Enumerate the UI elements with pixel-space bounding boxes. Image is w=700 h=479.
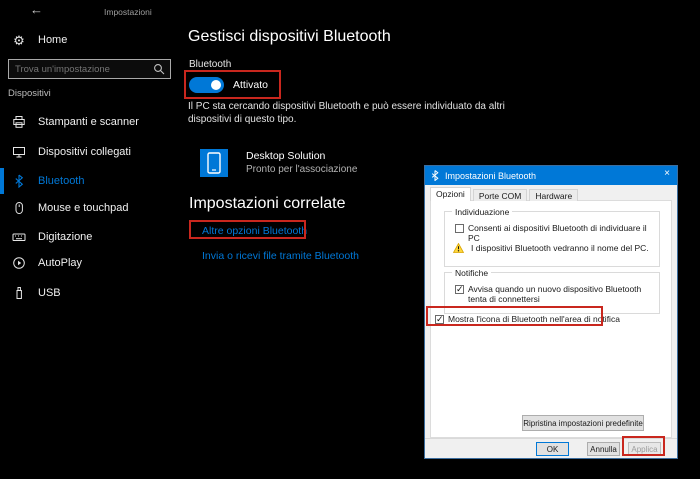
settings-window: ← Impostazioni ⚙ Home Dispositivi Stampa…	[0, 0, 700, 479]
usb-icon	[12, 286, 26, 300]
sidebar-item-home[interactable]: ⚙ Home	[0, 27, 180, 53]
dialog-tabs: Opzioni Porte COM Hardware	[430, 187, 580, 201]
sidebar-item-mouse[interactable]: Mouse e touchpad	[0, 195, 180, 221]
discovery-checkbox-row[interactable]: Consenti ai dispositivi Bluetooth di ind…	[455, 223, 659, 243]
sidebar-item-label: Mouse e touchpad	[38, 202, 129, 214]
notify-checkbox-row[interactable]: Avvisa quando un nuovo dispositivo Bluet…	[455, 284, 655, 304]
notifications-group-title: Notifiche	[452, 268, 491, 278]
back-button[interactable]: ←	[30, 2, 43, 17]
warning-text: I dispositivi Bluetooth vedranno il nome…	[471, 243, 649, 253]
sidebar-item-typing[interactable]: Digitazione	[0, 224, 180, 250]
dialog-titlebar[interactable]: Impostazioni Bluetooth ×	[425, 166, 677, 185]
toggle-label: Bluetooth	[189, 59, 231, 70]
tray-checkbox[interactable]	[435, 315, 444, 324]
device-name: Desktop Solution	[246, 150, 325, 162]
discovery-checkbox-label: Consenti ai dispositivi Bluetooth di ind…	[468, 223, 659, 243]
sidebar-item-autoplay[interactable]: AutoPlay	[0, 250, 180, 276]
gear-icon: ⚙	[12, 33, 26, 47]
sidebar-item-label: Stampanti e scanner	[38, 116, 139, 128]
notifications-groupbox: Notifiche Avvisa quando un nuovo disposi…	[444, 272, 660, 314]
tray-checkbox-row[interactable]: Mostra l'icona di Bluetooth nell'area di…	[435, 314, 620, 324]
dialog-close-button[interactable]: ×	[664, 168, 670, 179]
discovery-warning-row: I dispositivi Bluetooth vedranno il nome…	[453, 243, 649, 253]
sidebar-item-label: Digitazione	[38, 231, 92, 243]
page-title: Gestisci dispositivi Bluetooth	[188, 28, 391, 46]
toggle-state-label: Attivato	[233, 79, 268, 91]
tab-hardware[interactable]: Hardware	[529, 189, 578, 201]
sidebar-section-label: Dispositivi	[8, 88, 51, 99]
bluetooth-icon	[12, 174, 26, 188]
sidebar-item-connected[interactable]: Dispositivi collegati	[0, 139, 180, 165]
tab-opzioni[interactable]: Opzioni	[430, 187, 471, 201]
mouse-icon	[12, 201, 26, 215]
sidebar-item-usb[interactable]: USB	[0, 280, 180, 306]
sidebar-item-label: AutoPlay	[38, 257, 82, 269]
warning-icon	[453, 243, 464, 253]
app-title: Impostazioni	[104, 7, 152, 17]
sidebar-item-bluetooth[interactable]: Bluetooth	[0, 168, 180, 194]
bluetooth-settings-dialog: Impostazioni Bluetooth × Opzioni Porte C…	[424, 165, 678, 459]
search-icon[interactable]	[153, 63, 165, 75]
apply-button[interactable]: Applica	[628, 442, 661, 456]
discovery-checkbox[interactable]	[455, 224, 464, 233]
link-other-bluetooth-options[interactable]: Altre opzioni Bluetooth	[202, 225, 307, 237]
device-status: Pronto per l'associazione	[246, 164, 357, 175]
related-title: Impostazioni correlate	[189, 195, 346, 213]
home-label: Home	[38, 34, 67, 46]
selected-indicator	[0, 168, 4, 194]
search-box	[8, 59, 171, 79]
sidebar-item-label: Dispositivi collegati	[38, 146, 131, 158]
dialog-title: Impostazioni Bluetooth	[445, 171, 536, 181]
keyboard-icon	[12, 230, 26, 244]
search-input[interactable]	[9, 64, 153, 75]
ok-button[interactable]: OK	[536, 442, 569, 456]
tab-porte-com[interactable]: Porte COM	[473, 189, 528, 201]
printer-icon	[12, 115, 26, 129]
link-send-receive-files[interactable]: Invia o ricevi file tramite Bluetooth	[202, 250, 359, 262]
description-text: Il PC sta cercando dispositivi Bluetooth…	[188, 100, 523, 126]
device-icon	[200, 149, 228, 177]
discovery-group-title: Individuazione	[452, 207, 512, 217]
notify-checkbox-label: Avvisa quando un nuovo dispositivo Bluet…	[468, 284, 650, 304]
sidebar-item-label: Bluetooth	[38, 175, 84, 187]
reset-defaults-button[interactable]: Ripristina impostazioni predefinite	[522, 415, 644, 431]
notify-checkbox[interactable]	[455, 285, 464, 294]
sidebar-item-label: USB	[38, 287, 61, 299]
discovery-groupbox: Individuazione Consenti ai dispositivi B…	[444, 211, 660, 267]
dialog-footer: OK Annulla Applica	[425, 438, 677, 458]
autoplay-icon	[12, 256, 26, 270]
cancel-button[interactable]: Annulla	[587, 442, 620, 456]
dialog-tab-page: Individuazione Consenti ai dispositivi B…	[430, 200, 672, 438]
toggle-knob	[211, 80, 221, 90]
bluetooth-toggle[interactable]	[189, 77, 224, 93]
sidebar-item-printers[interactable]: Stampanti e scanner	[0, 109, 180, 135]
tray-checkbox-label: Mostra l'icona di Bluetooth nell'area di…	[448, 314, 620, 324]
devices-icon	[12, 145, 26, 159]
dialog-bluetooth-icon	[431, 170, 439, 181]
